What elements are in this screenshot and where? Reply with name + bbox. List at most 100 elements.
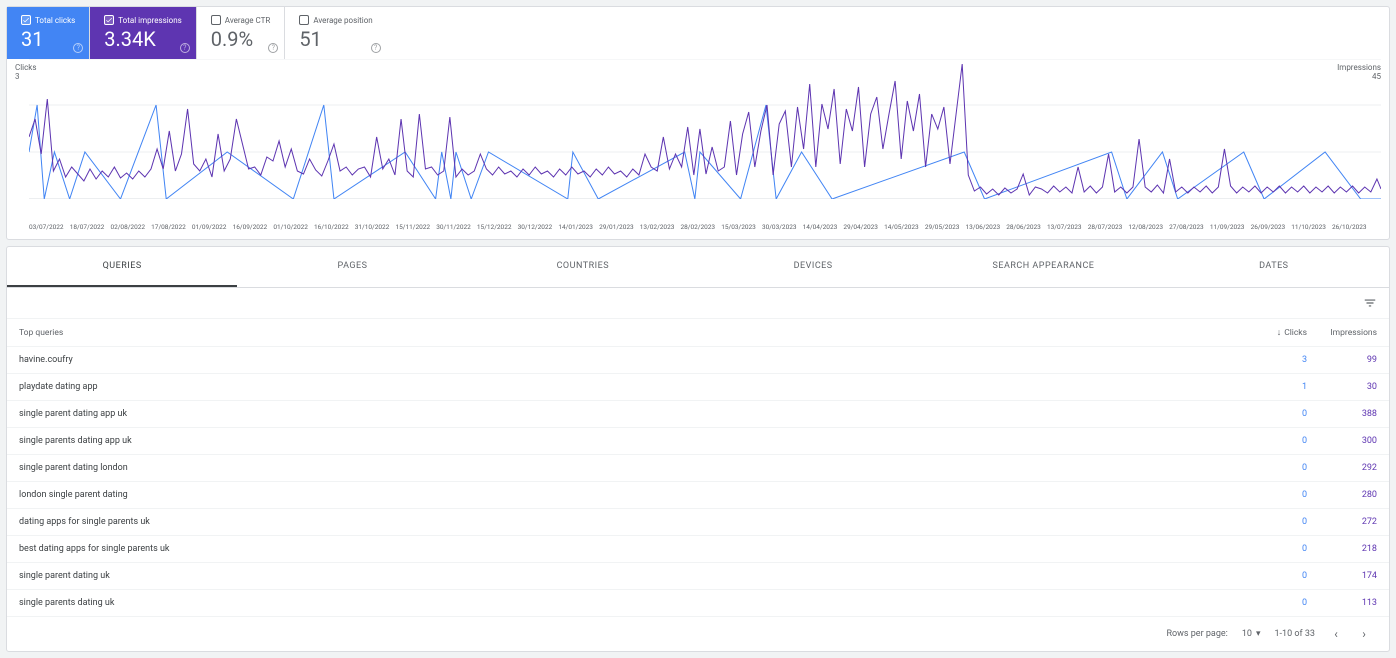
next-page-button[interactable]: › [1357,627,1371,641]
x-tick: 27/08/2023 [1169,223,1204,231]
x-tick: 14/04/2023 [803,223,838,231]
help-icon[interactable]: ? [73,43,83,53]
metric-value: 3.34K [104,27,182,51]
table-row[interactable]: single parent dating app uk0388 [7,401,1389,428]
x-tick: 11/10/2023 [1291,223,1326,231]
cell-impressions: 174 [1307,571,1377,581]
tab-queries[interactable]: QUERIES [7,247,237,287]
header-clicks[interactable]: ↓ Clicks [1237,327,1307,338]
filter-icon[interactable] [1363,296,1377,310]
x-tick: 15/11/2022 [395,223,430,231]
prev-page-button[interactable]: ‹ [1329,627,1343,641]
x-tick: 17/08/2022 [151,223,186,231]
table-row[interactable]: single parent dating uk0174 [7,563,1389,590]
pagination: Rows per page: 10 ▾ 1-10 of 33 ‹ › [7,617,1389,651]
table-panel: QUERIESPAGESCOUNTRIESDEVICESSEARCH APPEA… [6,246,1390,652]
x-tick: 26/10/2023 [1332,223,1367,231]
cell-query: playdate dating app [19,382,1237,392]
x-tick: 30/03/2023 [762,223,797,231]
x-tick: 30/11/2022 [436,223,471,231]
table-row[interactable]: single parents dating app uk0300 [7,428,1389,455]
metric-total-clicks[interactable]: Total clicks 31 ? [7,7,90,59]
help-icon[interactable]: ? [180,43,190,53]
cell-clicks: 3 [1237,355,1307,365]
cell-clicks: 1 [1237,382,1307,392]
cell-clicks: 0 [1237,544,1307,554]
tab-countries[interactable]: COUNTRIES [468,247,698,287]
y-axis-left-label: Clicks 3 [15,63,36,81]
metric-label: Average CTR [225,16,271,25]
chart-svg: 2 1 0 30 15 0 1 [29,59,1381,199]
header-impressions[interactable]: Impressions [1307,328,1377,338]
chevron-down-icon: ▾ [1256,629,1261,639]
sort-desc-icon: ↓ [1277,327,1282,338]
y-axis-right-label: Impressions 45 [1337,63,1381,81]
cell-impressions: 292 [1307,463,1377,473]
x-tick: 29/05/2023 [925,223,960,231]
tab-search-appearance[interactable]: SEARCH APPEARANCE [928,247,1158,287]
table-row[interactable]: havine.coufry399 [7,347,1389,374]
table-row[interactable]: single parent dating london0292 [7,455,1389,482]
table-row[interactable]: best dating apps for single parents uk02… [7,536,1389,563]
cell-clicks: 0 [1237,571,1307,581]
x-tick: 15/03/2023 [721,223,756,231]
x-tick: 11/09/2023 [1210,223,1245,231]
tab-devices[interactable]: DEVICES [698,247,928,287]
x-axis-ticks: 03/07/202218/07/202202/08/202217/08/2022… [7,219,1389,239]
metric-label: Total impressions [118,16,182,25]
cell-clicks: 0 [1237,436,1307,446]
cell-impressions: 280 [1307,490,1377,500]
cell-clicks: 0 [1237,517,1307,527]
x-tick: 16/09/2022 [233,223,268,231]
checkbox-unchecked-icon [299,15,309,25]
series-impressions [29,64,1381,195]
help-icon[interactable]: ? [268,43,278,53]
metric-average-ctr[interactable]: Average CTR 0.9% ? [197,7,286,59]
checkbox-unchecked-icon [211,15,221,25]
metric-label: Average position [313,16,372,25]
x-tick: 29/04/2023 [843,223,878,231]
cell-query: dating apps for single parents uk [19,517,1237,527]
x-tick: 29/01/2023 [599,223,634,231]
cell-clicks: 0 [1237,409,1307,419]
tab-dates[interactable]: DATES [1159,247,1389,287]
table-row[interactable]: playdate dating app130 [7,374,1389,401]
x-tick: 03/07/2022 [29,223,64,231]
x-tick: 13/07/2023 [1047,223,1082,231]
checkbox-checked-icon [21,15,31,25]
cell-query: havine.coufry [19,355,1237,365]
cell-query: london single parent dating [19,490,1237,500]
table-row[interactable]: single parents dating uk0113 [7,590,1389,617]
x-tick: 15/12/2022 [477,223,512,231]
x-tick: 13/06/2023 [966,223,1001,231]
x-tick: 01/09/2022 [192,223,227,231]
header-top-queries[interactable]: Top queries [19,328,1237,338]
x-tick: 31/10/2022 [355,223,390,231]
metric-average-position[interactable]: Average position 51 ? [285,7,386,59]
cell-query: single parent dating app uk [19,409,1237,419]
x-tick: 01/10/2022 [273,223,308,231]
cell-impressions: 113 [1307,598,1377,608]
x-tick: 28/06/2023 [1006,223,1041,231]
tab-pages[interactable]: PAGES [237,247,467,287]
table-header: Top queries ↓ Clicks Impressions [7,319,1389,347]
x-tick: 13/02/2023 [640,223,675,231]
x-tick: 30/12/2022 [518,223,553,231]
x-tick: 28/07/2023 [1088,223,1123,231]
table-row[interactable]: dating apps for single parents uk0272 [7,509,1389,536]
x-tick: 02/08/2022 [110,223,145,231]
performance-panel: Total clicks 31 ? Total impressions 3.34… [6,6,1390,240]
cell-clicks: 0 [1237,598,1307,608]
cell-query: single parent dating uk [19,571,1237,581]
x-tick: 14/05/2023 [884,223,919,231]
metric-value: 31 [21,27,75,51]
metric-total-impressions[interactable]: Total impressions 3.34K ? [90,7,197,59]
table-row[interactable]: london single parent dating0280 [7,482,1389,509]
cell-impressions: 300 [1307,436,1377,446]
pagination-range: 1-10 of 33 [1274,629,1315,639]
rows-per-page-select[interactable]: 10 ▾ [1242,629,1261,639]
checkbox-checked-icon [104,15,114,25]
x-tick: 14/01/2023 [558,223,593,231]
help-icon[interactable]: ? [371,43,381,53]
cell-query: single parent dating london [19,463,1237,473]
